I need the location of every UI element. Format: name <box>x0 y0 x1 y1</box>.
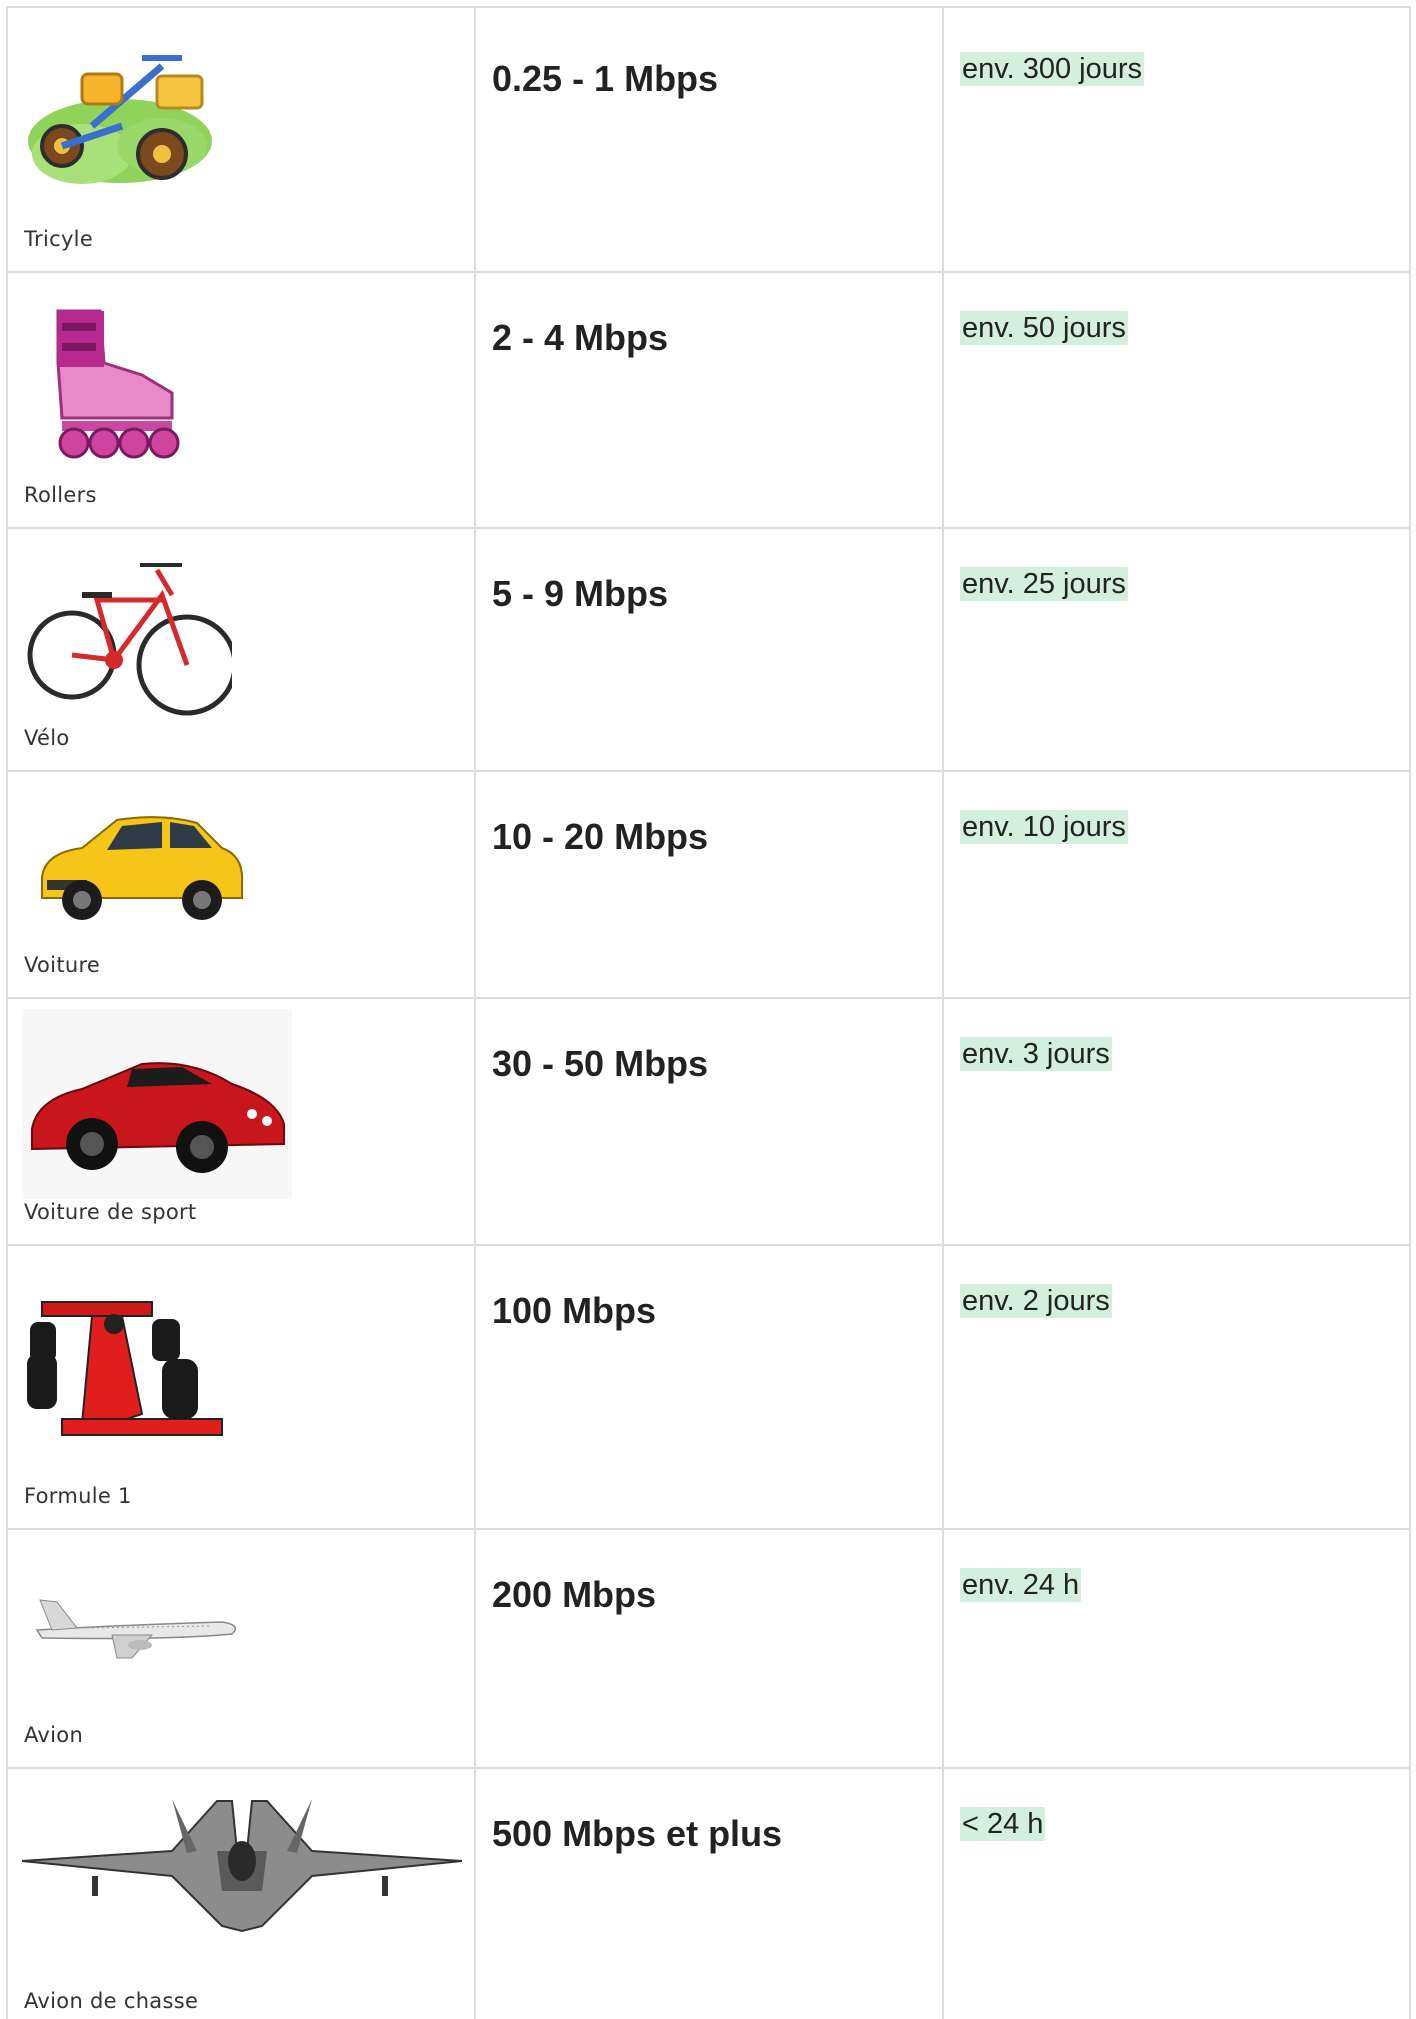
speed-cell: 2 - 4 Mbps <box>476 273 944 527</box>
vehicle-label: Voiture de sport <box>24 1200 197 1224</box>
vehicle-label: Vélo <box>24 726 70 750</box>
duration-value: env. 25 jours <box>960 567 1128 601</box>
vehicle-cell: Voiture de sport <box>8 999 476 1244</box>
vehicle-label: Formule 1 <box>24 1484 132 1508</box>
sportscar-icon <box>22 1009 292 1199</box>
table-row: Vélo 5 - 9 Mbps env. 25 jours <box>8 529 1411 772</box>
vehicle-cell: Avion de chasse <box>8 1769 476 2019</box>
speed-value: 10 - 20 Mbps <box>492 816 709 857</box>
rollerskate-icon <box>22 303 192 467</box>
table-row: Avion 200 Mbps env. 24 h <box>8 1530 1411 1769</box>
vehicle-cell: Tricyle <box>8 8 476 271</box>
duration-value: env. 2 jours <box>960 1284 1112 1318</box>
table-row: Formule 1 100 Mbps env. 2 jours <box>8 1246 1411 1530</box>
table-row: Voiture 10 - 20 Mbps env. 10 jours <box>8 772 1411 999</box>
speed-value: 100 Mbps <box>492 1290 657 1331</box>
speed-cell: 5 - 9 Mbps <box>476 529 944 770</box>
duration-cell: env. 25 jours <box>944 529 1411 770</box>
speed-value: 0.25 - 1 Mbps <box>492 58 719 99</box>
formula1-icon <box>22 1294 247 1448</box>
duration-cell: env. 300 jours <box>944 8 1411 271</box>
speed-value: 200 Mbps <box>492 1574 657 1615</box>
speed-cell: 0.25 - 1 Mbps <box>476 8 944 271</box>
speed-cell: 100 Mbps <box>476 1246 944 1528</box>
duration-cell: < 24 h <box>944 1769 1411 2019</box>
vehicle-cell: Formule 1 <box>8 1246 476 1528</box>
vehicle-label: Rollers <box>24 483 97 507</box>
speed-cell: 200 Mbps <box>476 1530 944 1767</box>
duration-value: env. 50 jours <box>960 311 1128 345</box>
vehicle-cell: Rollers <box>8 273 476 527</box>
car-icon <box>22 808 252 932</box>
table-row: Rollers 2 - 4 Mbps env. 50 jours <box>8 273 1411 529</box>
vehicle-cell: Voiture <box>8 772 476 997</box>
tricycle-icon <box>22 46 222 200</box>
duration-value: env. 24 h <box>960 1568 1082 1602</box>
table-row: Voiture de sport 30 - 50 Mbps env. 3 jou… <box>8 999 1411 1246</box>
speed-value: 30 - 50 Mbps <box>492 1043 709 1084</box>
speed-value: 5 - 9 Mbps <box>492 573 669 614</box>
duration-cell: env. 10 jours <box>944 772 1411 997</box>
speed-cell: 500 Mbps et plus <box>476 1769 944 2019</box>
speed-cell: 30 - 50 Mbps <box>476 999 944 1244</box>
vehicle-label: Avion <box>24 1723 84 1747</box>
table-row: Tricyle 0.25 - 1 Mbps env. 300 jours <box>8 8 1411 273</box>
duration-cell: env. 3 jours <box>944 999 1411 1244</box>
speed-comparison-table: Tricyle 0.25 - 1 Mbps env. 300 jours Rol… <box>6 6 1411 2019</box>
vehicle-cell: Avion <box>8 1530 476 1767</box>
duration-value: env. 300 jours <box>960 52 1145 86</box>
vehicle-cell: Vélo <box>8 529 476 770</box>
duration-cell: env. 50 jours <box>944 273 1411 527</box>
duration-value: env. 3 jours <box>960 1037 1112 1071</box>
duration-cell: env. 24 h <box>944 1530 1411 1767</box>
duration-value: env. 10 jours <box>960 810 1128 844</box>
table-row: Avion de chasse 500 Mbps et plus < 24 h <box>8 1769 1411 2019</box>
fighterjet-icon <box>21 1781 463 1945</box>
speed-cell: 10 - 20 Mbps <box>476 772 944 997</box>
vehicle-label: Tricyle <box>24 227 94 251</box>
vehicle-label: Avion de chasse <box>24 1989 199 2013</box>
speed-value: 2 - 4 Mbps <box>492 317 669 358</box>
airplane-icon <box>22 1590 242 1674</box>
vehicle-label: Voiture <box>24 953 101 977</box>
duration-value: < 24 h <box>960 1807 1046 1841</box>
duration-cell: env. 2 jours <box>944 1246 1411 1528</box>
speed-value: 500 Mbps et plus <box>492 1813 783 1854</box>
bicycle-icon <box>22 555 238 729</box>
